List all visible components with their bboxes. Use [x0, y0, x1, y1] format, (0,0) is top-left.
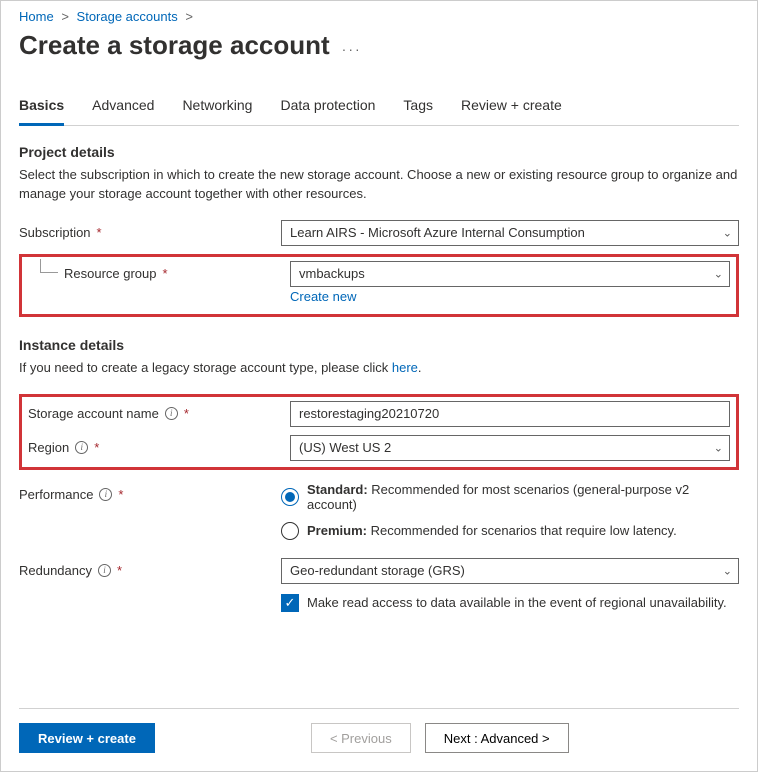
previous-button: < Previous: [311, 723, 411, 753]
info-icon[interactable]: i: [165, 407, 178, 420]
tab-tags[interactable]: Tags: [403, 89, 433, 126]
storage-account-name-input[interactable]: restorestaging20210720: [290, 401, 730, 427]
region-select[interactable]: (US) West US 2 ⌄: [290, 435, 730, 461]
section-heading-project-details: Project details: [19, 144, 739, 160]
more-options-icon[interactable]: ···: [342, 41, 362, 57]
region-label: Region i *: [28, 435, 290, 455]
footer-bar: Review + create < Previous Next : Advanc…: [19, 708, 739, 753]
section-description-instance-details: If you need to create a legacy storage a…: [19, 359, 739, 378]
subscription-label: Subscription*: [19, 220, 281, 240]
redundancy-select[interactable]: Geo-redundant storage (GRS) ⌄: [281, 558, 739, 584]
info-icon[interactable]: i: [99, 488, 112, 501]
radio-icon: [281, 488, 299, 506]
info-icon[interactable]: i: [98, 564, 111, 577]
page-title: Create a storage account: [19, 30, 330, 61]
chevron-right-icon: >: [185, 9, 193, 24]
tab-advanced[interactable]: Advanced: [92, 89, 154, 126]
name-region-highlight: Storage account name i * restorestaging2…: [19, 394, 739, 470]
performance-label: Performance i *: [19, 482, 281, 502]
section-heading-instance-details: Instance details: [19, 337, 739, 353]
next-button[interactable]: Next : Advanced >: [425, 723, 569, 753]
subscription-select[interactable]: Learn AIRS - Microsoft Azure Internal Co…: [281, 220, 739, 246]
tab-networking[interactable]: Networking: [182, 89, 252, 126]
chevron-down-icon: ⌄: [714, 267, 723, 280]
create-new-link[interactable]: Create new: [290, 289, 356, 304]
redundancy-label: Redundancy i *: [19, 558, 281, 578]
section-description-project-details: Select the subscription in which to crea…: [19, 166, 739, 204]
chevron-down-icon: ⌄: [723, 226, 732, 239]
chevron-right-icon: >: [61, 9, 69, 24]
storage-account-name-label: Storage account name i *: [28, 401, 290, 421]
checkbox-checked-icon: ✓: [281, 594, 299, 612]
tab-review-create[interactable]: Review + create: [461, 89, 562, 126]
tab-basics[interactable]: Basics: [19, 89, 64, 126]
review-create-button[interactable]: Review + create: [19, 723, 155, 753]
breadcrumb: Home > Storage accounts >: [19, 9, 739, 24]
performance-standard-radio[interactable]: Standard: Recommended for most scenarios…: [281, 482, 739, 512]
performance-premium-radio[interactable]: Premium: Recommended for scenarios that …: [281, 522, 739, 540]
chevron-down-icon: ⌄: [723, 564, 732, 577]
read-access-checkbox[interactable]: ✓ Make read access to data available in …: [281, 594, 739, 612]
info-icon[interactable]: i: [75, 441, 88, 454]
legacy-link[interactable]: here: [392, 360, 418, 375]
radio-icon: [281, 522, 299, 540]
tabs: Basics Advanced Networking Data protecti…: [19, 89, 739, 126]
breadcrumb-link-home[interactable]: Home: [19, 9, 54, 24]
chevron-down-icon: ⌄: [714, 441, 723, 454]
resource-group-select[interactable]: vmbackups ⌄: [290, 261, 730, 287]
resource-group-label: Resource group*: [28, 261, 290, 281]
breadcrumb-link-storage-accounts[interactable]: Storage accounts: [77, 9, 178, 24]
resource-group-highlight: Resource group* vmbackups ⌄ Create new: [19, 254, 739, 317]
tab-data-protection[interactable]: Data protection: [280, 89, 375, 126]
